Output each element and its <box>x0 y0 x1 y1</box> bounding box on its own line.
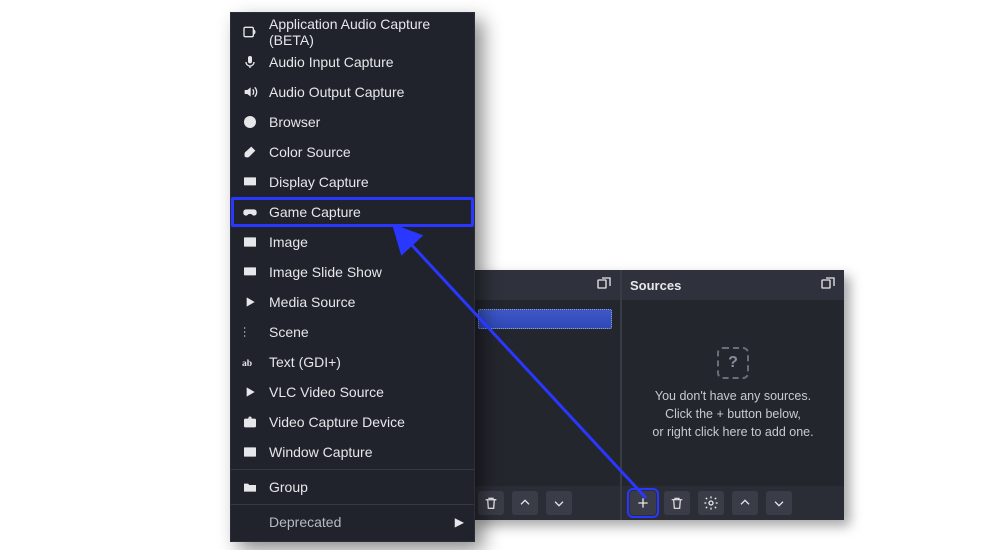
scenes-move-up-button[interactable] <box>512 491 538 515</box>
sources-panel-title: Sources <box>630 278 681 293</box>
menu-item-color-source[interactable]: Color Source <box>231 137 474 167</box>
scenes-panel <box>470 270 622 520</box>
menu-item-label: Game Capture <box>269 204 361 220</box>
menu-item-group[interactable]: Group <box>231 472 474 502</box>
scenes-panel-header <box>470 270 620 300</box>
remove-source-button[interactable] <box>664 491 690 515</box>
menu-item-media-source[interactable]: Media Source <box>231 287 474 317</box>
question-mark-icon: ? <box>717 347 749 379</box>
monitor-icon <box>241 173 259 191</box>
scenes-trash-button[interactable] <box>478 491 504 515</box>
menu-item-label: Deprecated <box>241 514 341 530</box>
menu-item-label: Scene <box>269 324 309 340</box>
source-type-menu[interactable]: Application Audio Capture (BETA) Audio In… <box>230 12 475 542</box>
popout-icon[interactable] <box>820 276 836 295</box>
sources-panel-header: Sources <box>622 270 844 300</box>
source-move-down-button[interactable] <box>766 491 792 515</box>
sources-panel-footer <box>622 486 844 520</box>
sources-panel: Sources ? You don't have any sources. Cl… <box>622 270 844 520</box>
menu-item-label: Application Audio Capture (BETA) <box>269 16 464 48</box>
app-audio-icon <box>241 23 259 41</box>
menu-item-text-gdi[interactable]: ab Text (GDI+) <box>231 347 474 377</box>
gamepad-icon <box>241 203 259 221</box>
menu-item-label: Browser <box>269 114 320 130</box>
window-icon <box>241 443 259 461</box>
menu-item-window-capture[interactable]: Window Capture <box>231 437 474 467</box>
menu-item-audio-output-capture[interactable]: Audio Output Capture <box>231 77 474 107</box>
source-properties-button[interactable] <box>698 491 724 515</box>
menu-item-label: Audio Input Capture <box>269 54 394 70</box>
menu-item-label: Video Capture Device <box>269 414 405 430</box>
brush-icon <box>241 143 259 161</box>
menu-item-image[interactable]: Image <box>231 227 474 257</box>
text-icon: ab <box>241 353 259 371</box>
menu-item-scene[interactable]: Scene <box>231 317 474 347</box>
list-icon <box>241 323 259 341</box>
sources-empty-line: Click the + button below, <box>665 407 801 421</box>
svg-text:ab: ab <box>242 358 252 369</box>
menu-item-label: Display Capture <box>269 174 369 190</box>
menu-item-application-audio-capture-beta[interactable]: Application Audio Capture (BETA) <box>231 17 474 47</box>
menu-item-label: VLC Video Source <box>269 384 384 400</box>
image-icon <box>241 233 259 251</box>
menu-item-label: Color Source <box>269 144 351 160</box>
slideshow-icon <box>241 263 259 281</box>
menu-item-label: Audio Output Capture <box>269 84 404 100</box>
globe-icon <box>241 113 259 131</box>
menu-item-label: Text (GDI+) <box>269 354 341 370</box>
menu-item-image-slide-show[interactable]: Image Slide Show <box>231 257 474 287</box>
sources-empty-line: You don't have any sources. <box>655 389 811 403</box>
play-icon <box>241 383 259 401</box>
sources-empty-state: ? You don't have any sources. Click the … <box>628 306 838 480</box>
dock-panels: Sources ? You don't have any sources. Cl… <box>470 270 844 520</box>
camera-icon <box>241 413 259 431</box>
play-icon <box>241 293 259 311</box>
menu-item-display-capture[interactable]: Display Capture <box>231 167 474 197</box>
popout-icon[interactable] <box>596 276 612 295</box>
sources-empty-line: or right click here to add one. <box>652 425 813 439</box>
mic-icon <box>241 53 259 71</box>
speaker-icon <box>241 83 259 101</box>
menu-item-game-capture[interactable]: Game Capture <box>231 197 474 227</box>
folder-icon <box>241 478 259 496</box>
chevron-right-icon: ▶ <box>455 515 464 529</box>
scenes-panel-footer <box>470 486 620 520</box>
source-move-up-button[interactable] <box>732 491 758 515</box>
menu-item-label: Image Slide Show <box>269 264 382 280</box>
menu-item-vlc-video-source[interactable]: VLC Video Source <box>231 377 474 407</box>
menu-item-browser[interactable]: Browser <box>231 107 474 137</box>
menu-item-audio-input-capture[interactable]: Audio Input Capture <box>231 47 474 77</box>
scene-selected-row[interactable] <box>478 309 612 329</box>
menu-item-label: Window Capture <box>269 444 373 460</box>
add-source-button[interactable] <box>630 491 656 515</box>
menu-item-label: Image <box>269 234 308 250</box>
scenes-panel-body[interactable] <box>470 300 620 486</box>
menu-item-deprecated[interactable]: Deprecated ▶ <box>231 507 474 537</box>
menu-item-label: Group <box>269 479 308 495</box>
menu-item-video-capture-device[interactable]: Video Capture Device <box>231 407 474 437</box>
scenes-move-down-button[interactable] <box>546 491 572 515</box>
sources-panel-body[interactable]: ? You don't have any sources. Click the … <box>622 300 844 486</box>
menu-item-label: Media Source <box>269 294 355 310</box>
